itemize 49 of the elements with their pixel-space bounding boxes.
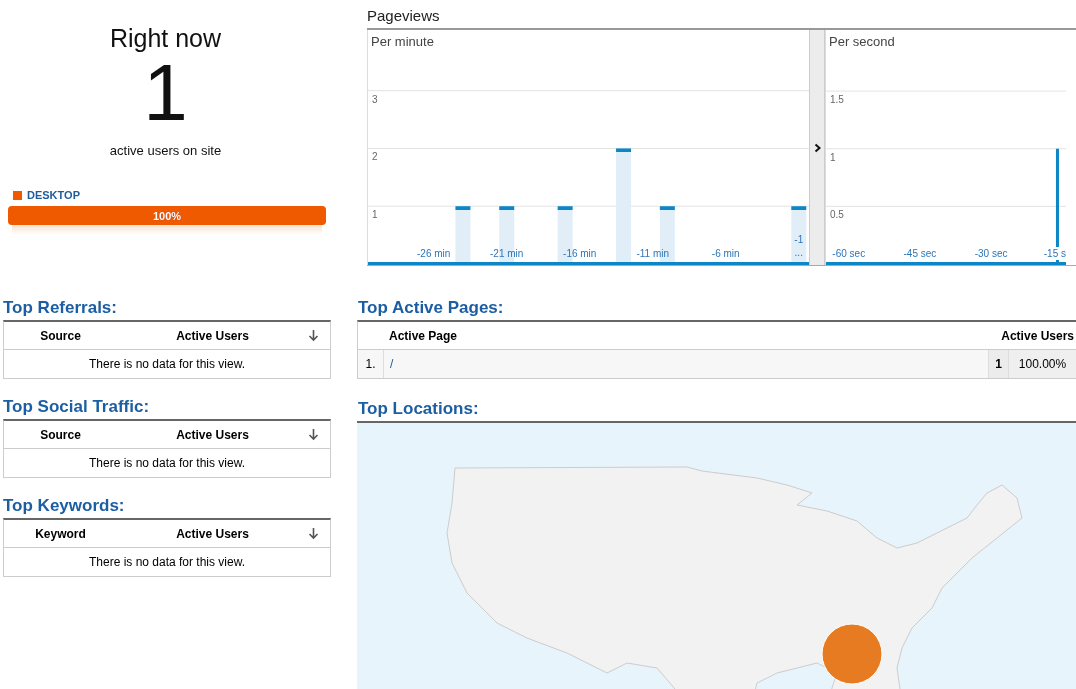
column-header: Source [39, 427, 82, 442]
share-cell: 100.00% [1008, 350, 1076, 378]
x-axis-label: -21 min [490, 248, 524, 259]
caption-text: active users on site [109, 143, 222, 158]
chart-heading: Pageviews [367, 7, 441, 24]
x-axis-label: -16 min [563, 248, 597, 259]
page-link[interactable]: / [390, 357, 394, 371]
section-heading: Top Social Traffic: [3, 397, 151, 417]
sort-arrow-icon[interactable] [308, 428, 319, 441]
x-axis-label: -6 min [711, 248, 740, 259]
location-marker [821, 623, 883, 685]
section-heading: Top Keywords: [3, 496, 126, 516]
share-percent: 100% [152, 209, 182, 222]
column-header: Active Users [1001, 328, 1074, 343]
x-axis-label: -1 ... [794, 234, 804, 258]
chevron-right-icon[interactable] [813, 142, 821, 153]
x-axis-label: -60 sec [832, 248, 866, 259]
empty-message: There is no data for this view. [87, 356, 247, 373]
column-header: Keyword [34, 526, 87, 541]
y-axis-label: 2 [372, 151, 378, 163]
section-heading: Top Active Pages: [358, 298, 505, 318]
column-header: Active Page [389, 328, 458, 343]
row-number: 1. [364, 356, 377, 373]
x-axis-label: -15 s [1043, 248, 1066, 259]
empty-message: There is no data for this view. [87, 554, 247, 571]
section-heading: Top Locations: [358, 399, 480, 419]
user-count-cell: 1 [988, 350, 1008, 378]
y-axis-label: 1 [372, 209, 378, 221]
x-axis-label: -45 sec [903, 248, 937, 259]
sort-arrow-icon[interactable] [308, 329, 319, 342]
chart-subtitle: Per second [829, 34, 895, 49]
device-label: DESKTOP [27, 189, 80, 201]
y-axis-label: 3 [372, 93, 378, 105]
column-header: Active Users [175, 526, 250, 541]
y-axis-label: 1.5 [830, 94, 844, 106]
active-user-count: 1 [143, 53, 188, 133]
empty-message: There is no data for this view. [87, 455, 247, 472]
sort-arrow-icon[interactable] [308, 527, 319, 540]
column-header: Source [39, 328, 82, 343]
x-axis-label: -11 min [636, 248, 670, 259]
y-axis-label: 1 [830, 151, 836, 163]
x-axis-label: -26 min [417, 248, 451, 259]
y-axis-label: 0.5 [830, 209, 844, 221]
section-heading: Top Referrals: [3, 298, 118, 318]
x-axis-label: -30 sec [974, 248, 1008, 259]
column-header: Active Users [175, 427, 250, 442]
chart-subtitle: Per minute [371, 34, 434, 49]
column-header: Active Users [175, 328, 250, 343]
title-text: Right now [109, 24, 222, 53]
